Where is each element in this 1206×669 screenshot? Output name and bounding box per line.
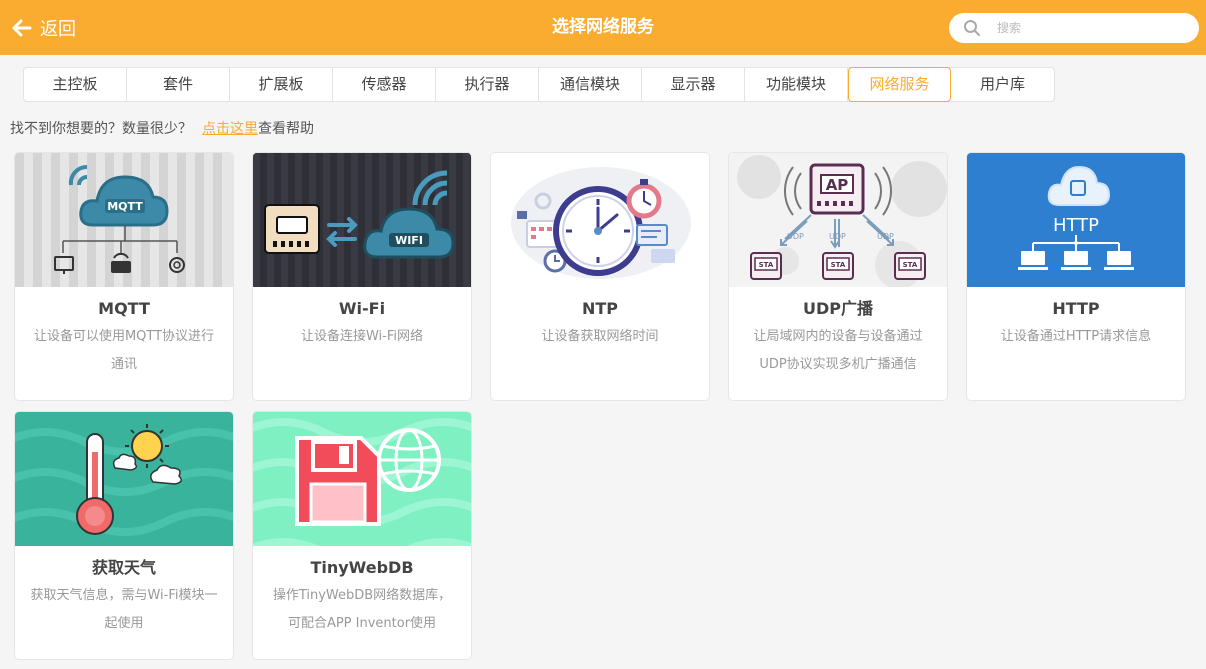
card-title: NTP bbox=[581, 299, 619, 318]
tab-sensors[interactable]: 传感器 bbox=[333, 68, 436, 101]
card-mqtt[interactable]: MQTT MQTT 让设备可以使用MQTT协议进行通讯 bbox=[14, 152, 234, 401]
help-link[interactable]: 点击这里 bbox=[202, 121, 258, 137]
card-description: 获取天气信息，需与Wi-Fi模块一起使用 bbox=[30, 588, 218, 631]
udp-ap-label: AP bbox=[826, 176, 849, 194]
wifi-thumbnail: WIFI bbox=[253, 153, 471, 287]
card-title: TinyWebDB bbox=[310, 558, 414, 577]
tab-network-services[interactable]: 网络服务 bbox=[848, 67, 951, 102]
card-description: 操作TinyWebDB网络数据库，可配合APP Inventor使用 bbox=[272, 588, 452, 631]
card-description: 让设备获取网络时间 bbox=[541, 329, 659, 344]
tab-displays[interactable]: 显示器 bbox=[642, 68, 745, 101]
card-title: UDP广播 bbox=[802, 299, 873, 318]
card-ntp[interactable]: NTP 让设备获取网络时间 bbox=[490, 152, 710, 401]
tinywebdb-thumbnail bbox=[253, 412, 471, 546]
card-description: 让设备连接Wi-Fi网络 bbox=[300, 329, 423, 344]
top-bar: 返回 选择网络服务 bbox=[0, 0, 1206, 55]
mqtt-cloud-icon: MQTT bbox=[15, 153, 233, 287]
wifi-cloud-icon: WIFI bbox=[253, 153, 471, 287]
tab-communication-modules[interactable]: 通信模块 bbox=[539, 68, 642, 101]
tab-actuators[interactable]: 执行器 bbox=[436, 68, 539, 101]
help-suffix: 查看帮助 bbox=[258, 121, 314, 137]
card-title: HTTP bbox=[1052, 299, 1100, 318]
udp-broadcast-icon: AP UDP UDP UDP STA STA STA bbox=[729, 153, 947, 287]
card-title: 获取天气 bbox=[91, 558, 156, 577]
card-weather[interactable]: 获取天气 获取天气信息，需与Wi-Fi模块一起使用 bbox=[14, 411, 234, 660]
back-button[interactable]: 返回 bbox=[12, 14, 76, 42]
card-title: Wi-Fi bbox=[338, 299, 386, 318]
udp-label-right: UDP bbox=[877, 232, 894, 241]
card-wifi[interactable]: WIFI Wi-Fi 让设备连接Wi-Fi网络 bbox=[252, 152, 472, 401]
sta-label-3: STA bbox=[903, 261, 918, 269]
arrow-left-icon bbox=[12, 19, 32, 37]
sta-label-2: STA bbox=[831, 261, 846, 269]
udp-thumbnail: AP UDP UDP UDP STA STA STA bbox=[729, 153, 947, 287]
udp-label-left: UDP bbox=[787, 232, 804, 241]
category-tabs: 主控板 套件 扩展板 传感器 执行器 通信模块 显示器 功能模块 网络服务 用户… bbox=[23, 67, 1055, 102]
tab-main-board[interactable]: 主控板 bbox=[24, 68, 127, 101]
weather-thumbnail bbox=[15, 412, 233, 546]
card-title: MQTT bbox=[98, 299, 150, 318]
tab-function-modules[interactable]: 功能模块 bbox=[745, 68, 848, 101]
sta-label-1: STA bbox=[759, 261, 774, 269]
card-tinywebdb[interactable]: TinyWebDB 操作TinyWebDB网络数据库，可配合APP Invent… bbox=[252, 411, 472, 660]
help-line: 找不到你想要的？数量很少？ 点击这里查看帮助 bbox=[10, 118, 314, 138]
card-udp-broadcast[interactable]: AP UDP UDP UDP STA STA STA UDP广播 让局域网内的设… bbox=[728, 152, 948, 401]
http-thumbnail: HTTP bbox=[967, 153, 1185, 287]
card-http[interactable]: HTTP HTTP 让设备通过HTTP请求信息 bbox=[966, 152, 1186, 401]
search-input[interactable] bbox=[997, 21, 1187, 35]
weather-icon bbox=[15, 412, 233, 546]
tab-expansion-board[interactable]: 扩展板 bbox=[230, 68, 333, 101]
database-globe-icon bbox=[253, 412, 471, 546]
ntp-thumbnail bbox=[491, 153, 709, 287]
card-description: 让局域网内的设备与设备通过UDP协议实现多机广播通信 bbox=[753, 329, 923, 372]
http-cloud-icon: HTTP bbox=[967, 153, 1185, 287]
back-label: 返回 bbox=[40, 19, 76, 40]
card-description: 让设备可以使用MQTT协议进行通讯 bbox=[33, 329, 215, 372]
card-description: 让设备通过HTTP请求信息 bbox=[1000, 329, 1152, 344]
clock-icon bbox=[491, 153, 709, 287]
search-box[interactable] bbox=[949, 13, 1199, 43]
search-icon bbox=[964, 20, 980, 36]
mqtt-thumbnail: MQTT bbox=[15, 153, 233, 287]
mqtt-thumb-label: MQTT bbox=[107, 200, 143, 213]
wifi-thumb-label: WIFI bbox=[395, 234, 423, 247]
http-thumb-label: HTTP bbox=[1053, 215, 1099, 236]
tab-kits[interactable]: 套件 bbox=[127, 68, 230, 101]
help-text: 找不到你想要的？数量很少？ bbox=[10, 121, 192, 137]
udp-label-middle: UDP bbox=[829, 232, 846, 241]
tab-user-library[interactable]: 用户库 bbox=[951, 68, 1054, 101]
